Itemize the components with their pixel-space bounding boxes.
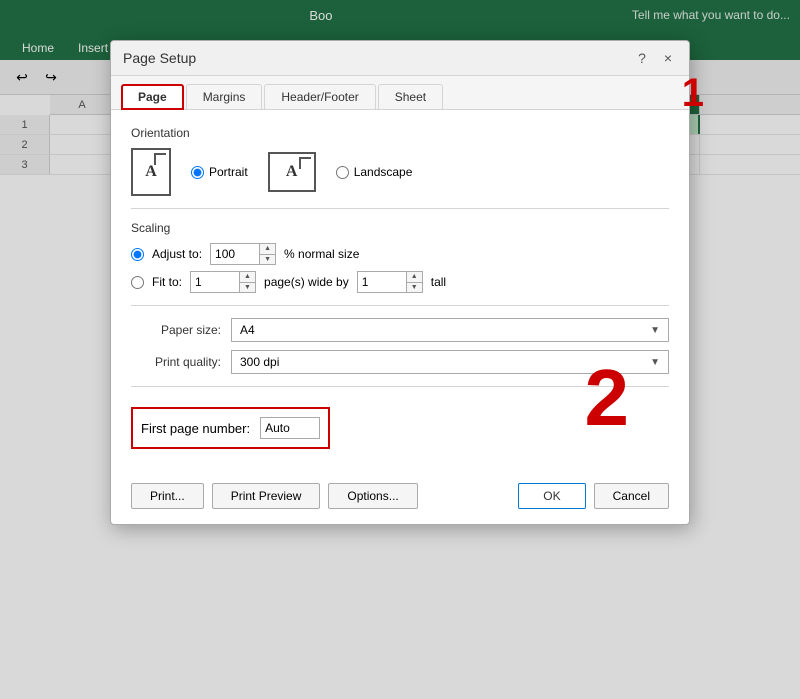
dialog-tabs: Page Margins Header/Footer Sheet 1 — [111, 76, 689, 110]
dialog-title: Page Setup — [123, 50, 196, 66]
paper-size-value: A4 — [240, 323, 255, 337]
action-buttons: Print... Print Preview Options... — [131, 483, 418, 509]
print-preview-button[interactable]: Print Preview — [212, 483, 321, 509]
print-button[interactable]: Print... — [131, 483, 204, 509]
orientation-options: A Portrait A Landscape — [131, 148, 669, 196]
fit-tall-input[interactable] — [357, 271, 407, 293]
fit-tall-unit: tall — [431, 275, 446, 289]
fit-pages-spinner: ▲ ▼ — [190, 271, 256, 293]
orientation-label: Orientation — [131, 126, 669, 140]
dialog-overlay: Page Setup ? × Page Margins Header/Foote… — [0, 0, 800, 699]
adjust-up-button[interactable]: ▲ — [260, 244, 275, 255]
scaling-section: Scaling Adjust to: ▲ ▼ % normal size — [131, 221, 669, 293]
print-quality-value: 300 dpi — [240, 355, 279, 369]
first-page-section: First page number: — [131, 407, 330, 449]
excel-background: Boo Tell me what you want to do... Home … — [0, 0, 800, 699]
print-quality-arrow-icon: ▼ — [650, 357, 660, 368]
close-button[interactable]: × — [659, 49, 677, 67]
dialog-buttons: Print... Print Preview Options... OK Can… — [111, 473, 689, 524]
dialog-controls: ? × — [633, 49, 677, 67]
paper-size-row: Paper size: A4 ▼ — [131, 318, 669, 342]
fit-to-label: Fit to: — [152, 275, 182, 289]
divider-1 — [131, 208, 669, 209]
fit-pages-unit: page(s) wide by — [264, 275, 349, 289]
tab-header-footer[interactable]: Header/Footer — [264, 84, 375, 109]
tab-sheet[interactable]: Sheet — [378, 84, 443, 109]
scaling-label: Scaling — [131, 221, 669, 235]
portrait-radio[interactable] — [191, 166, 204, 179]
adjust-to-radio[interactable] — [131, 248, 144, 261]
print-quality-dropdown[interactable]: 300 dpi ▼ — [231, 350, 669, 374]
adjust-to-label: Adjust to: — [152, 247, 202, 261]
annotation-1: 1 — [682, 71, 704, 116]
adjust-spinner: ▲ ▼ — [260, 243, 276, 265]
fit-pages-up-button[interactable]: ▲ — [240, 272, 255, 283]
dialog-content: Orientation A Portrait A — [111, 110, 689, 473]
dialog-titlebar: Page Setup ? × — [111, 41, 689, 76]
first-page-wrapper: First page number: — [131, 399, 330, 457]
fit-tall-spin-btns: ▲ ▼ — [407, 271, 423, 293]
fit-pages-down-button[interactable]: ▼ — [240, 283, 255, 293]
ok-cancel-buttons: OK Cancel — [518, 483, 669, 509]
print-quality-label: Print quality: — [131, 355, 221, 369]
paper-size-label: Paper size: — [131, 323, 221, 337]
landscape-icon: A — [268, 152, 316, 192]
adjust-down-button[interactable]: ▼ — [260, 255, 275, 265]
fit-pages-spin-btns: ▲ ▼ — [240, 271, 256, 293]
adjust-to-row: Adjust to: ▲ ▼ % normal size — [131, 243, 669, 265]
page-setup-dialog: Page Setup ? × Page Margins Header/Foote… — [110, 40, 690, 525]
landscape-radio-group: Landscape — [336, 165, 413, 179]
first-page-input[interactable] — [260, 417, 320, 439]
portrait-icon: A — [131, 148, 171, 196]
cancel-button[interactable]: Cancel — [594, 483, 669, 509]
adjust-value-input[interactable] — [210, 243, 260, 265]
options-button[interactable]: Options... — [328, 483, 417, 509]
orientation-section: Orientation A Portrait A — [131, 126, 669, 196]
first-page-label: First page number: — [141, 421, 250, 436]
adjust-value-spinner: ▲ ▼ — [210, 243, 276, 265]
fit-to-row: Fit to: ▲ ▼ page(s) wide by — [131, 271, 669, 293]
tab-page[interactable]: Page — [121, 84, 184, 110]
fit-tall-down-button[interactable]: ▼ — [407, 283, 422, 293]
divider-2 — [131, 305, 669, 306]
print-quality-row: Print quality: 300 dpi ▼ — [131, 350, 669, 374]
fit-to-radio[interactable] — [131, 276, 144, 289]
divider-3 — [131, 386, 669, 387]
paper-size-dropdown[interactable]: A4 ▼ — [231, 318, 669, 342]
help-button[interactable]: ? — [633, 49, 651, 67]
landscape-label: Landscape — [354, 165, 413, 179]
fit-tall-spinner: ▲ ▼ — [357, 271, 423, 293]
adjust-unit: % normal size — [284, 247, 359, 261]
ok-button[interactable]: OK — [518, 483, 585, 509]
fit-pages-input[interactable] — [190, 271, 240, 293]
tab-margins[interactable]: Margins — [186, 84, 263, 109]
paper-size-arrow-icon: ▼ — [650, 325, 660, 336]
fit-tall-up-button[interactable]: ▲ — [407, 272, 422, 283]
landscape-radio[interactable] — [336, 166, 349, 179]
portrait-radio-group: Portrait — [191, 165, 248, 179]
portrait-label: Portrait — [209, 165, 248, 179]
